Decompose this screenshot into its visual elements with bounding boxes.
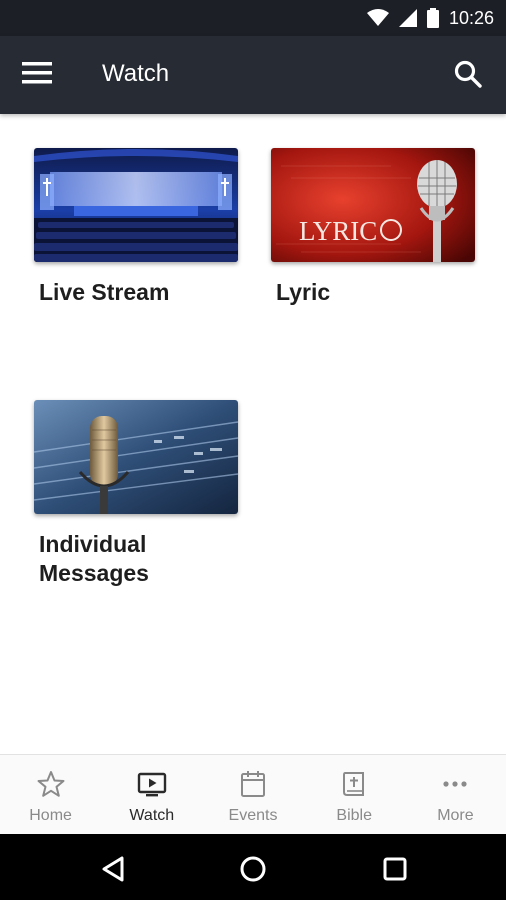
nav-item-home[interactable]: Home [0, 755, 101, 835]
tv-play-icon [137, 772, 166, 797]
nav-item-watch[interactable]: Watch [101, 755, 202, 835]
home-button[interactable] [238, 854, 268, 884]
system-navigation-bar [0, 834, 506, 900]
nav-item-events[interactable]: Events [202, 755, 303, 835]
card-title: Live Stream [39, 279, 170, 305]
watch-content: Live Stream LYRIC Lyric Individual Messa… [0, 114, 506, 754]
calendar-icon [241, 771, 265, 797]
status-time: 10:26 [448, 7, 494, 28]
nav-label: More [437, 807, 474, 824]
bottom-navigation: Home Watch Events Bible More [0, 754, 506, 835]
card-lyric[interactable]: LYRIC Lyric [271, 148, 475, 307]
more-dots-icon [443, 781, 468, 787]
battery-icon [426, 8, 439, 28]
card-title: Lyric [276, 279, 331, 305]
signal-icon [398, 9, 417, 27]
individual-messages-thumbnail [34, 400, 238, 514]
star-icon [37, 771, 65, 797]
status-icons: 10:26 [366, 0, 494, 36]
page-title: Watch [102, 60, 170, 87]
live-stream-thumbnail [34, 148, 238, 262]
back-icon [102, 856, 124, 882]
bible-icon [343, 772, 365, 796]
nav-label: Bible [336, 807, 372, 824]
recents-button[interactable] [380, 854, 410, 884]
nav-item-more[interactable]: More [405, 755, 506, 835]
menu-icon [22, 62, 52, 84]
recents-icon [383, 857, 407, 881]
nav-label: Events [228, 807, 278, 824]
nav-label: Home [29, 807, 72, 824]
nav-item-bible[interactable]: Bible [304, 755, 405, 835]
search-button[interactable] [454, 60, 486, 92]
search-icon [454, 60, 482, 88]
home-circle-icon [240, 856, 266, 882]
lyric-logo-text: LYRIC [299, 216, 377, 246]
lyric-thumbnail: LYRIC [271, 148, 475, 262]
card-live-stream[interactable]: Live Stream [34, 148, 238, 307]
status-bar: 10:26 [0, 0, 506, 36]
nav-label: Watch [129, 807, 175, 824]
menu-button[interactable] [22, 62, 58, 90]
wifi-icon [366, 9, 389, 26]
card-individual-messages[interactable]: Individual Messages [34, 400, 238, 588]
app-bar: Watch [0, 36, 506, 114]
back-button[interactable] [98, 854, 128, 884]
card-title: Individual Messages [39, 531, 149, 586]
